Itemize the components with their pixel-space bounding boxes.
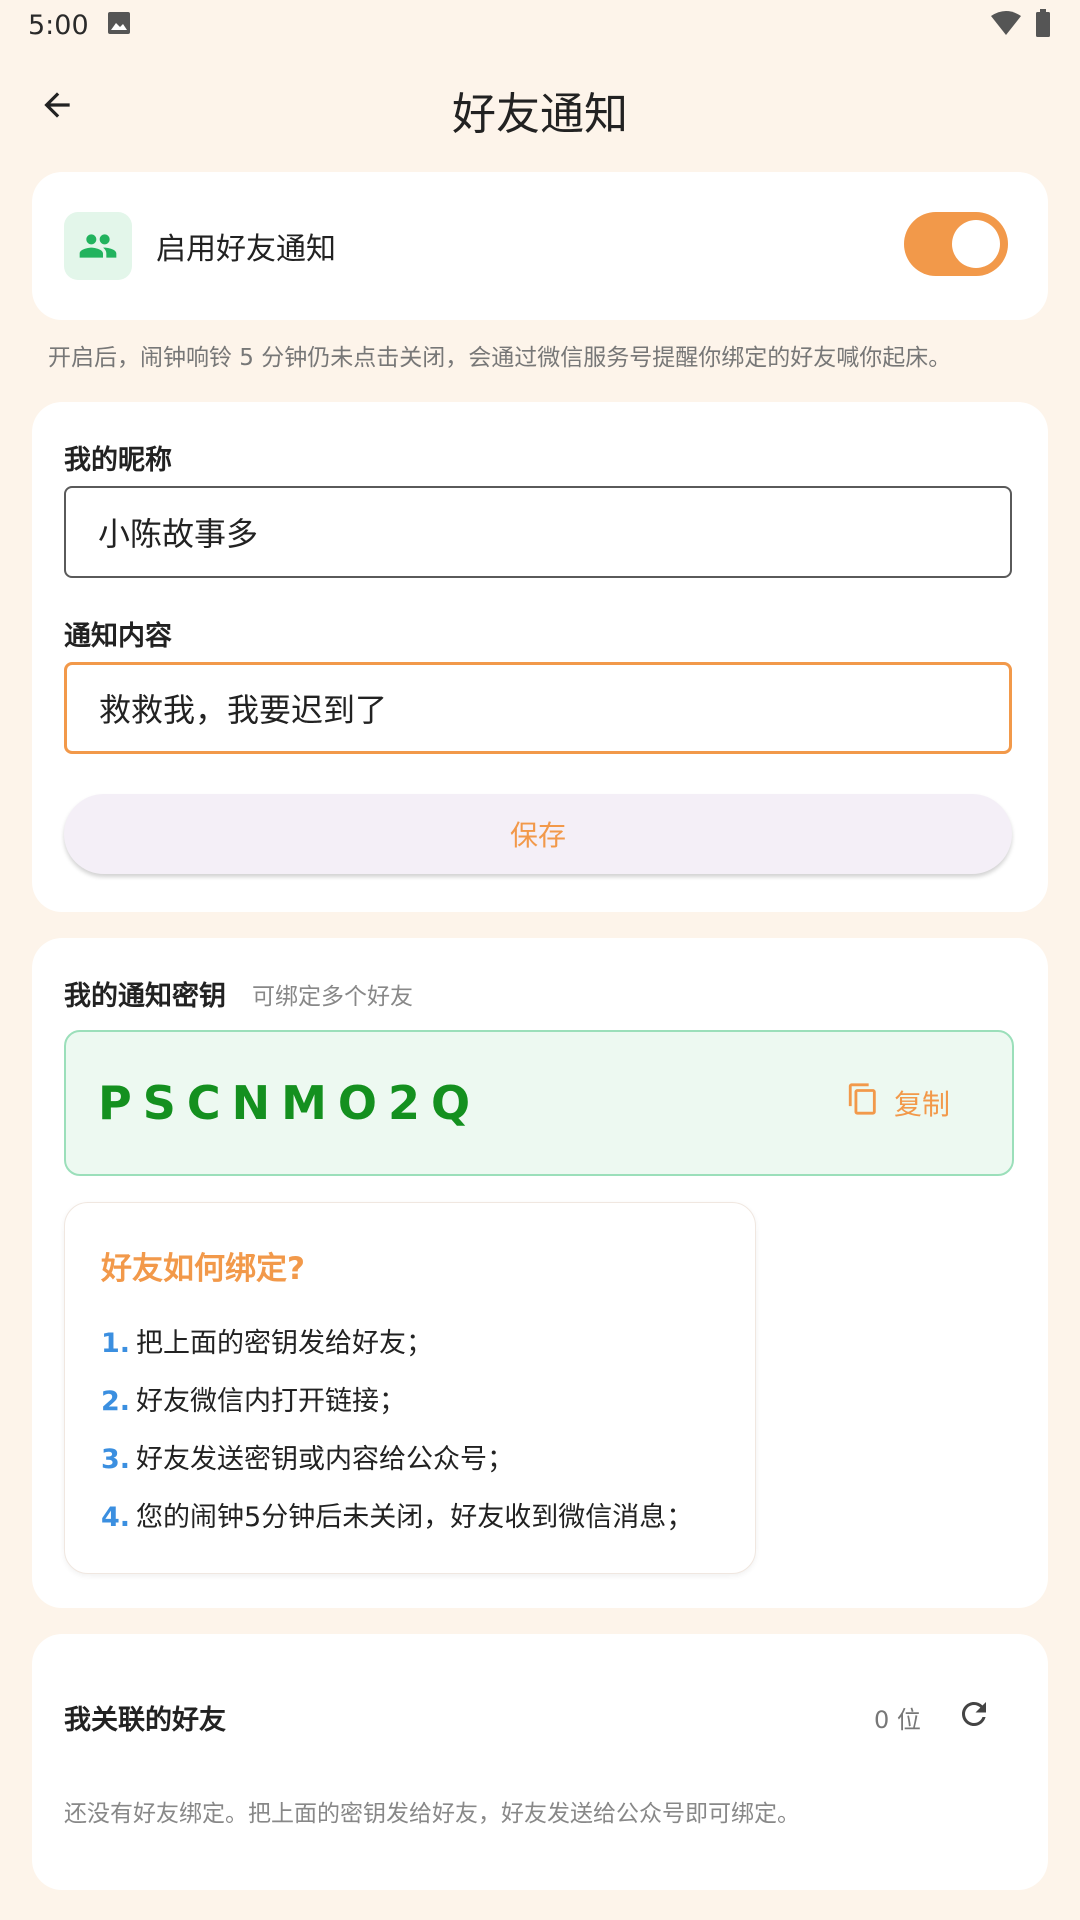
- howto-step: 2. 好友微信内打开链接；: [101, 1379, 406, 1418]
- step-number: 1.: [101, 1328, 131, 1359]
- message-label: 通知内容: [64, 621, 172, 652]
- battery-icon: [1035, 9, 1051, 41]
- copy-label: 复制: [894, 1087, 951, 1121]
- howto-title: 好友如何绑定?: [101, 1251, 305, 1287]
- nickname-input[interactable]: 小陈故事多: [64, 486, 1012, 578]
- key-title: 我的通知密钥: [64, 981, 226, 1012]
- notification-key-card: 我的通知密钥 可绑定多个好友 PSCNMO2Q 复制 好友如何绑定? 1. 把上面…: [32, 938, 1048, 1608]
- people-icon: [64, 212, 132, 280]
- wifi-icon: [990, 10, 1022, 40]
- helper-text: 开启后，闹钟响铃 5 分钟仍未点击关闭，会通过微信服务号提醒你绑定的好友喊你起床…: [48, 345, 952, 371]
- enable-notification-label: 启用好友通知: [156, 232, 336, 267]
- enable-notification-card: 启用好友通知: [32, 172, 1048, 320]
- linked-friends-card: 我关联的好友 0 位 还没有好友绑定。把上面的密钥发给好友，好友发送给公众号即可…: [32, 1634, 1048, 1890]
- howto-step: 4. 您的闹钟5分钟后未关闭，好友收到微信消息；: [101, 1495, 693, 1534]
- key-box: PSCNMO2Q 复制: [64, 1030, 1014, 1176]
- linked-friends-empty-text: 还没有好友绑定。把上面的密钥发给好友，好友发送给公众号即可绑定。: [64, 1801, 800, 1827]
- howto-step: 3. 好友发送密钥或内容给公众号；: [101, 1437, 514, 1476]
- save-button[interactable]: 保存: [64, 794, 1012, 874]
- step-text: 把上面的密钥发给好友；: [136, 1328, 434, 1359]
- enable-notification-switch[interactable]: [904, 212, 1008, 276]
- copy-button[interactable]: 复制: [846, 1082, 950, 1123]
- nickname-value: 小陈故事多: [98, 515, 259, 553]
- switch-knob: [952, 220, 1000, 268]
- step-text: 您的闹钟5分钟后未关闭，好友收到微信消息；: [136, 1502, 694, 1533]
- profile-form-card: 我的昵称 小陈故事多 通知内容 救救我，我要迟到了 保存: [32, 402, 1048, 912]
- app-bar: 好友通知: [0, 60, 1080, 150]
- message-input[interactable]: 救救我，我要迟到了: [64, 662, 1012, 754]
- linked-friends-count: 0 位: [874, 1706, 921, 1734]
- key-hint: 可绑定多个好友: [252, 984, 413, 1010]
- message-value: 救救我，我要迟到了: [99, 691, 388, 729]
- gallery-icon: [107, 11, 131, 39]
- howto-step: 1. 把上面的密钥发给好友；: [101, 1321, 433, 1360]
- linked-friends-title: 我关联的好友: [64, 1705, 226, 1736]
- status-bar: 5:00: [0, 0, 1080, 50]
- howto-panel: 好友如何绑定? 1. 把上面的密钥发给好友； 2. 好友微信内打开链接； 3. 好友发…: [64, 1202, 756, 1574]
- step-text: 好友微信内打开链接；: [136, 1386, 407, 1417]
- step-number: 3.: [101, 1444, 131, 1475]
- step-number: 4.: [101, 1502, 131, 1533]
- step-number: 2.: [101, 1386, 131, 1417]
- refresh-button[interactable]: [950, 1692, 998, 1740]
- step-text: 好友发送密钥或内容给公众号；: [136, 1444, 515, 1475]
- page-title: 好友通知: [452, 89, 628, 140]
- refresh-icon: [956, 1696, 992, 1736]
- copy-icon: [846, 1082, 880, 1123]
- nickname-label: 我的昵称: [64, 445, 172, 476]
- status-time: 5:00: [28, 10, 89, 41]
- key-value: PSCNMO2Q: [98, 1076, 482, 1130]
